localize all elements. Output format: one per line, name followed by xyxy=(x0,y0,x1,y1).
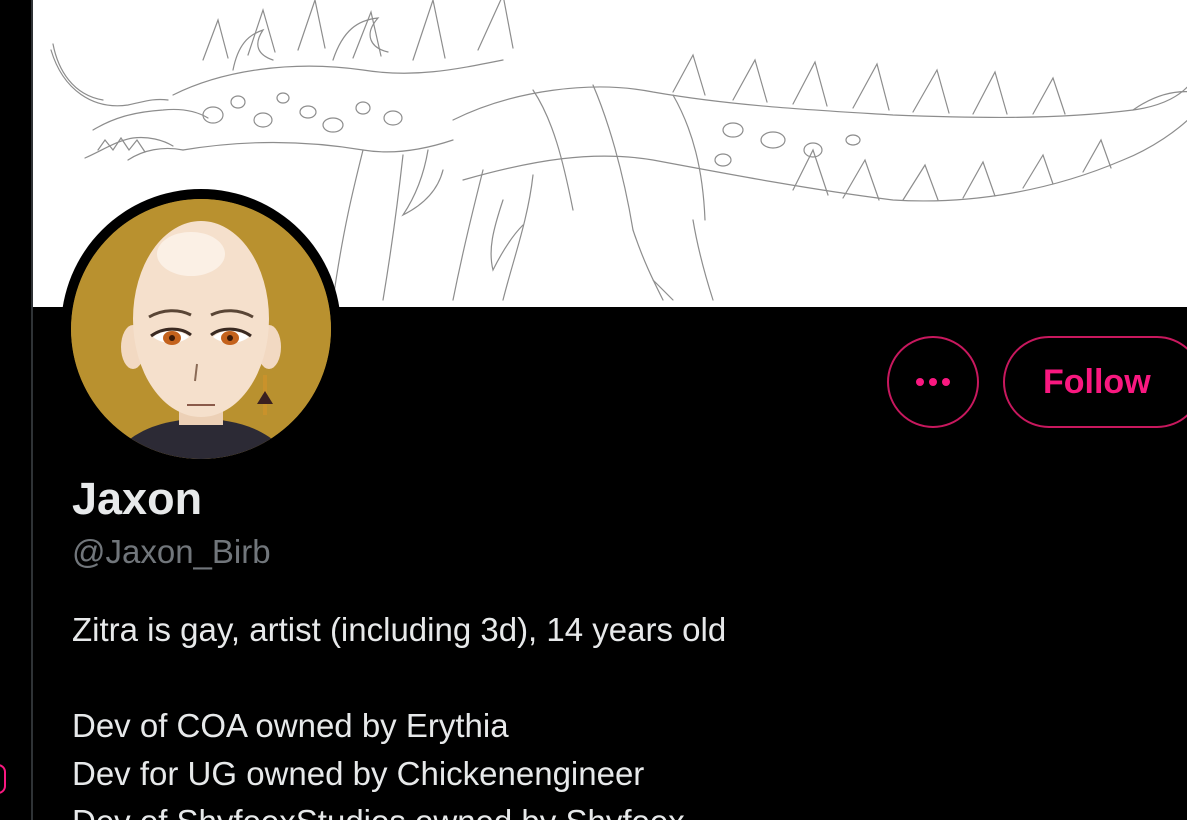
bio-line: Dev for UG owned by Chickenengineer xyxy=(72,755,645,792)
profile-bio: Zitra is gay, artist (including 3d), 14 … xyxy=(72,606,726,820)
follow-button[interactable]: Follow xyxy=(1003,336,1187,428)
ellipsis-icon xyxy=(916,378,950,386)
profile-handle: @Jaxon_Birb xyxy=(72,533,271,570)
bio-line: Dev of ShyfoexStudios owned by Shyfoex xyxy=(72,798,726,820)
avatar-ring xyxy=(61,189,341,469)
bio-line: Dev of COA owned by Erythia xyxy=(72,707,509,744)
bio-line: Zitra is gay, artist (including 3d), 14 … xyxy=(72,611,727,648)
avatar[interactable] xyxy=(71,199,331,459)
cropped-edge-icon xyxy=(0,764,6,794)
bio-spacer xyxy=(72,654,726,702)
profile-page: Follow Jaxon @Jaxon_Birb Zitra is gay, a… xyxy=(0,0,1187,820)
follow-button-label: Follow xyxy=(1043,362,1151,401)
more-options-button[interactable] xyxy=(887,336,979,428)
profile-display-name: Jaxon xyxy=(72,473,203,524)
avatar-portrait-image xyxy=(71,199,331,459)
